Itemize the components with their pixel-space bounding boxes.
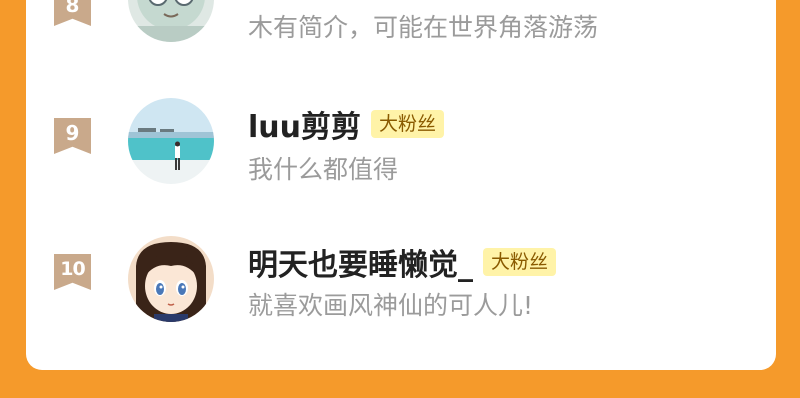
avatar[interactable] <box>128 0 214 42</box>
avatar-image <box>128 0 214 42</box>
name-line: 明天也要睡懒觉_ 大粉丝 <box>248 244 557 283</box>
user-description: 就喜欢画风神仙的可人儿! <box>248 291 534 320</box>
user-description: 我什么都值得 <box>248 155 399 184</box>
avatar[interactable] <box>128 98 214 184</box>
fan-level-badge: 大粉丝 <box>483 248 557 276</box>
rank-badge: 10 <box>54 254 91 290</box>
fan-ranking-card: 8 木有简介，可能在世界角落游荡 9 luu剪剪 大粉丝 我什么都值得 10 明… <box>26 0 776 370</box>
avatar-image <box>128 98 214 184</box>
user-description: 木有简介，可能在世界角落游荡 <box>248 13 599 42</box>
rank-badge: 8 <box>54 0 91 26</box>
fan-ranking-page: 8 木有简介，可能在世界角落游荡 9 luu剪剪 大粉丝 我什么都值得 10 明… <box>0 0 800 398</box>
fan-level-badge: 大粉丝 <box>371 110 445 138</box>
name-line: luu剪剪 大粉丝 <box>248 106 445 145</box>
avatar-image <box>128 236 214 322</box>
avatar[interactable] <box>128 236 214 322</box>
user-name[interactable]: 明天也要睡懒觉_ <box>248 240 473 284</box>
rank-badge: 9 <box>54 118 91 154</box>
user-name[interactable]: luu剪剪 <box>248 102 361 146</box>
